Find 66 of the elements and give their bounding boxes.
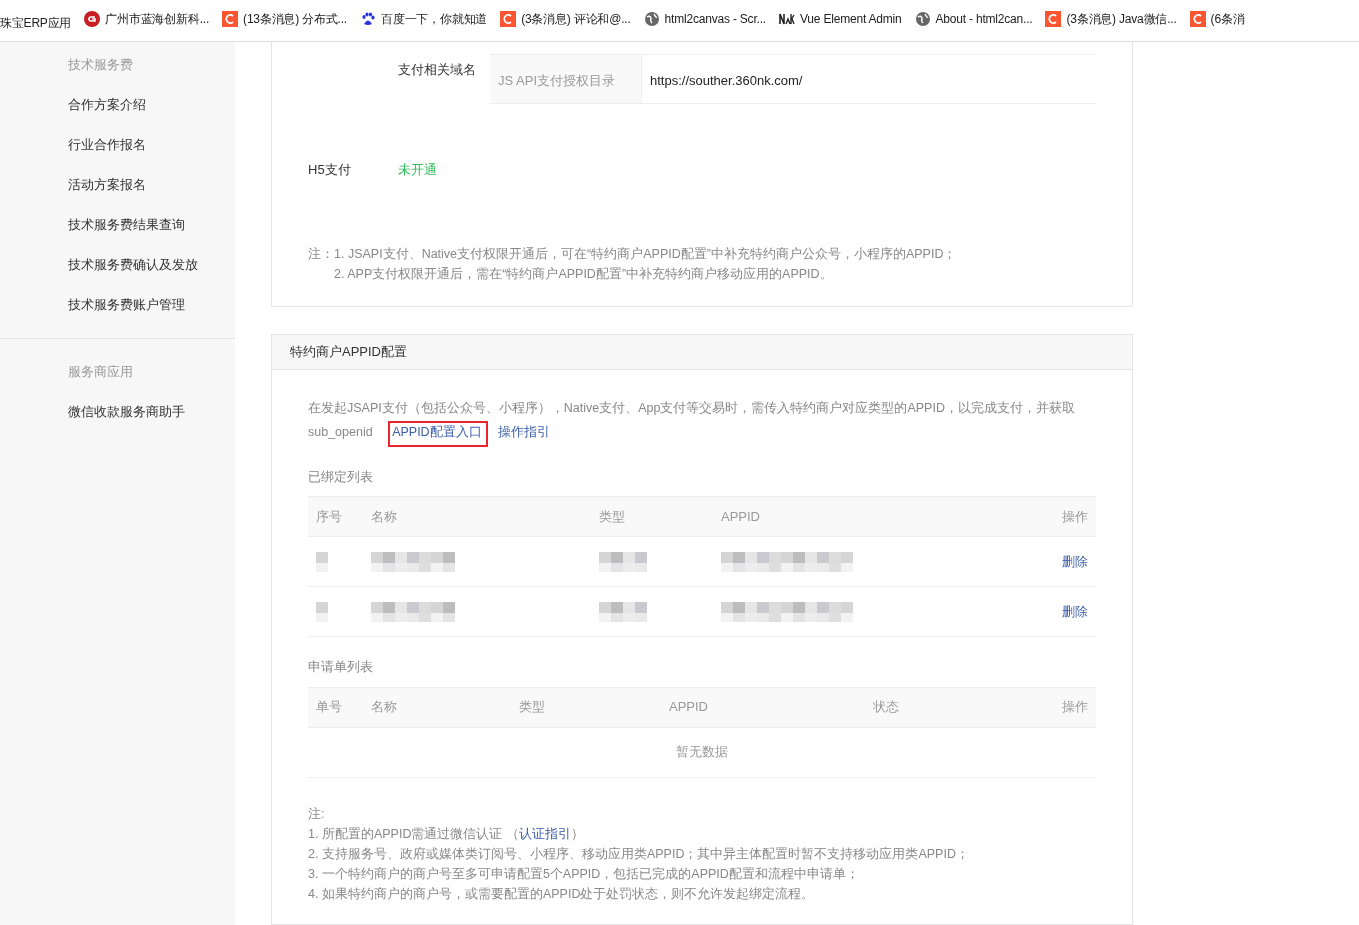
column-header: APPID [713,496,1036,537]
csdn-icon [222,11,239,27]
note-label: 注： [308,245,334,263]
bookmark[interactable]: (3条消息) Java微信... [1045,10,1177,28]
bookmark[interactable]: Vue Element Admin [778,10,902,28]
link[interactable]: 认证指引 [518,826,571,841]
blurred-text-drawing [316,551,328,572]
paw-icon [360,11,376,27]
sidebar-item[interactable]: 合作方案介绍 [0,94,235,134]
sidebar-item[interactable]: 技术服务费结果查询 [0,214,235,254]
globe-icon [643,11,660,27]
empty-text: 暂无数据 [676,744,728,760]
logo-icon [778,11,795,27]
column-header: 序号 [308,496,363,537]
note-text: 1. JSAPI支付、Native支付权限开通后，可在“特约商户APPID配置”中补充特约商户公众号，小程序的APPID； [334,245,957,263]
gitee-icon [84,11,101,27]
link[interactable]: APPID配置入口 [392,424,482,439]
section-title: 申请单列表 [308,658,374,676]
intro-text: 在发起JSAPI支付（包括公众号、小程序），Native支付、App支付等交易时，需传入特约商户对应类型的APPID，以完成支付，并获取sub_openid APPID配置入口 操作指引 [308,395,1096,447]
csdn-icon [1189,11,1206,27]
csdn-icon [1045,11,1062,27]
note-label: 注: [308,805,326,823]
blurred-text-drawing [599,551,647,572]
link[interactable]: 操作指引 [497,424,550,439]
bookmark[interactable]: 珠宝ERP应用 [0,14,72,32]
bookmark[interactable]: 广州市蓝海创新科... [84,10,210,28]
sidebar-heading: 服务商应用 [67,363,134,381]
blurred-text-drawing [599,601,647,622]
bookmark[interactable]: (13条消息) 分布式... [222,10,347,28]
column-header: 状态 [865,687,1036,727]
column-header: 操作 [1036,496,1096,537]
sidebar-heading: 技术服务费 [67,56,134,74]
field-label: H5支付 [308,161,352,179]
sidebar-item[interactable]: 技术服务费账户管理 [0,294,235,334]
delete-link[interactable]: 删除 [1062,603,1088,619]
note-text: 3. 一个特约商户的商户号至多可申请配置5个APPID，包括已完成的APPID配置和流程中申请单； [308,865,860,883]
table-cell: JS API支付授权目录 [490,55,642,103]
sidebar-item[interactable]: 微信收款服务商助手 [0,401,235,441]
note-text: 2. 支持服务号、政府或媒体类订阅号、小程序、移动应用类APPID；其中异主体配置时暂不支持移动应用类APPID； [308,845,970,863]
note-text: 2. APP支付权限开通后，需在“特约商户APPID配置”中补充特约商户移动应用的APPID。 [334,265,834,283]
column-header: 名称 [363,687,511,727]
bookmark[interactable]: 百度一下，你就知道 [360,10,488,28]
column-header: 单号 [308,687,363,727]
column-header: 类型 [511,687,661,727]
sidebar-item[interactable]: 行业合作报名 [0,134,235,174]
status-text: 未开通 [398,161,437,179]
sidebar-item[interactable]: 活动方案报名 [0,174,235,214]
bookmark[interactable]: html2canvas - Scr... [643,10,766,28]
field-label: 支付相关域名 [398,61,476,79]
note-text: 4. 如果特约商户的商户号，或需要配置的APPID处于处罚状态，则不允许发起绑定流程。 [308,885,816,903]
column-header: 操作 [1036,687,1096,727]
bookmark[interactable]: About - html2can... [914,10,1033,28]
table-cell-text: https://souther.360nk.com/ [649,72,803,90]
section-title: 已绑定列表 [308,467,374,486]
bookmark[interactable]: (6条消 [1189,10,1245,28]
bookmark[interactable]: (3条消息) 评论和@... [500,10,631,28]
sidebar-item[interactable]: 技术服务费确认及发放 [0,254,235,294]
column-header: 名称 [363,496,591,537]
csdn-icon [500,11,517,27]
globe-icon [914,11,931,27]
blurred-text-drawing [316,601,328,622]
note-text: 1. 所配置的APPID需通过微信认证 （认证指引） [308,825,585,843]
card-header: 特约商户APPID配置 [272,334,1132,370]
delete-link[interactable]: 删除 [1062,553,1088,569]
column-header: 类型 [591,496,713,537]
column-header: APPID [661,687,865,727]
